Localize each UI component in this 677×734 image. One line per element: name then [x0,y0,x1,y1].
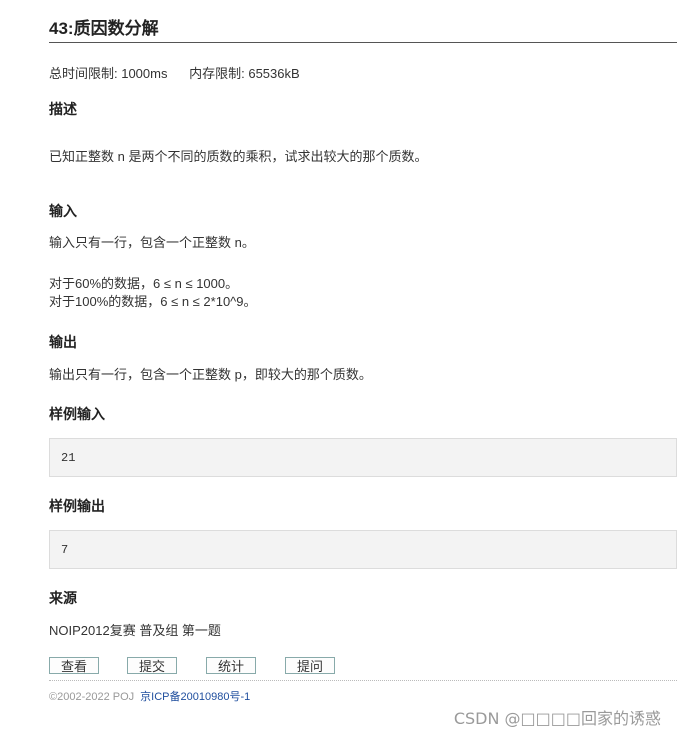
problem-title: 43:质因数分解 [49,19,159,38]
input-heading: 输入 [49,203,77,219]
sample-output-box: 7 [49,530,677,569]
submit-button[interactable]: 提交 [127,657,177,674]
footer: ©2002-2022 POJ 京ICP备20010980号-1 [49,688,250,704]
output-heading: 输出 [49,334,77,350]
input-text-line3: 对于100%的数据，6 ≤ n ≤ 2*10^9。 [49,294,257,309]
source-text: NOIP2012复赛 普及组 第一题 [49,623,221,638]
icp-link[interactable]: 京ICP备20010980号-1 [140,691,250,703]
memory-limit: 内存限制: 65536kB [189,66,300,81]
sample-output-value: 7 [61,543,69,557]
sample-output-heading: 样例输出 [49,498,105,514]
sample-input-heading: 样例输入 [49,406,105,422]
ask-button[interactable]: 提问 [285,657,335,674]
stats-button[interactable]: 统计 [206,657,256,674]
title-divider [49,42,677,43]
view-button[interactable]: 查看 [49,657,99,674]
csdn-watermark: CSDN @□□□□回家的诱惑 [453,709,661,728]
output-text: 输出只有一行，包含一个正整数 p，即较大的那个质数。 [49,367,372,382]
input-text-line1: 输入只有一行，包含一个正整数 n。 [49,235,255,250]
sample-input-value: 21 [61,451,76,465]
time-limit: 总时间限制: 1000ms [49,66,168,81]
copyright-text: ©2002-2022 POJ [49,691,135,703]
limits-line: 总时间限制: 1000ms 内存限制: 65536kB [49,63,318,82]
description-heading: 描述 [49,101,77,117]
input-text-line2: 对于60%的数据，6 ≤ n ≤ 1000。 [49,276,239,291]
description-text: 已知正整数 n 是两个不同的质数的乘积，试求出较大的那个质数。 [49,149,428,164]
source-heading: 来源 [49,590,77,606]
sample-input-box: 21 [49,438,677,477]
footer-divider [49,680,677,681]
